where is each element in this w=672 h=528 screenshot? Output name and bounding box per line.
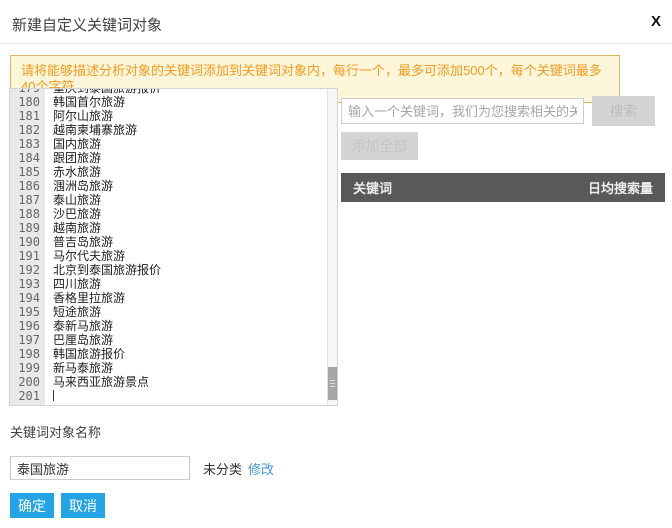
editor-line: 179重庆到泰国旅游报价 [10, 88, 327, 95]
close-icon[interactable]: X [651, 14, 661, 30]
editor-line: 201 [10, 389, 327, 403]
add-all-button[interactable]: 添加全部 [341, 132, 418, 160]
editor-line: 185赤水旅游 [10, 165, 327, 179]
editor-line: 198韩国旅游报价 [10, 347, 327, 361]
editor-line: 197巴厘岛旅游 [10, 333, 327, 347]
header-divider [0, 43, 672, 44]
editor-line: 195短途旅游 [10, 305, 327, 319]
object-name-label: 关键词对象名称 [10, 422, 101, 441]
editor-scrollbar-thumb[interactable] [328, 367, 337, 400]
category-value: 未分类 [203, 459, 242, 478]
keyword-list-editor[interactable]: 179重庆到泰国旅游报价180韩国首尔旅游181阿尔山旅游182越南柬埔寨旅游1… [9, 88, 338, 406]
keyword-search-panel: 搜索 添加全部 关键词 日均搜索量 [341, 96, 665, 202]
editor-line: 183国内旅游 [10, 137, 327, 151]
editor-line: 186涠洲岛旅游 [10, 179, 327, 193]
editor-scrollbar[interactable] [327, 89, 337, 405]
editor-line: 191马尔代夫旅游 [10, 249, 327, 263]
editor-line: 199新马泰旅游 [10, 361, 327, 375]
editor-lines[interactable]: 179重庆到泰国旅游报价180韩国首尔旅游181阿尔山旅游182越南柬埔寨旅游1… [10, 88, 327, 403]
search-button[interactable]: 搜索 [592, 96, 655, 126]
editor-line: 189越南旅游 [10, 221, 327, 235]
search-row: 搜索 [341, 96, 665, 126]
confirm-button[interactable]: 确定 [10, 493, 54, 518]
editor-line: 190普吉岛旅游 [10, 235, 327, 249]
column-avg-search-volume: 日均搜索量 [588, 178, 653, 197]
cancel-button[interactable]: 取消 [61, 493, 105, 518]
editor-line: 184跟团旅游 [10, 151, 327, 165]
keyword-search-input[interactable] [341, 98, 584, 124]
editor-line: 193四川旅游 [10, 277, 327, 291]
column-keyword: 关键词 [353, 178, 392, 197]
editor-line: 196泰新马旅游 [10, 319, 327, 333]
editor-line: 200马来西亚旅游景点 [10, 375, 327, 389]
dialog-title: 新建自定义关键词对象 [12, 14, 162, 35]
editor-line: 192北京到泰国旅游报价 [10, 263, 327, 277]
editor-line: 180韩国首尔旅游 [10, 95, 327, 109]
object-name-row: 未分类 修改 [10, 456, 274, 480]
editor-line: 181阿尔山旅游 [10, 109, 327, 123]
results-table-header: 关键词 日均搜索量 [341, 173, 665, 202]
editor-line: 187泰山旅游 [10, 193, 327, 207]
editor-line: 182越南柬埔寨旅游 [10, 123, 327, 137]
object-name-input[interactable] [10, 456, 190, 480]
modify-category-link[interactable]: 修改 [248, 459, 274, 478]
editor-line: 194香格里拉旅游 [10, 291, 327, 305]
editor-line: 188沙巴旅游 [10, 207, 327, 221]
text-cursor [53, 390, 54, 401]
create-keyword-object-dialog: 新建自定义关键词对象 X 请将能够描述分析对象的关键词添加到关键词对象内，每行一… [0, 0, 672, 528]
